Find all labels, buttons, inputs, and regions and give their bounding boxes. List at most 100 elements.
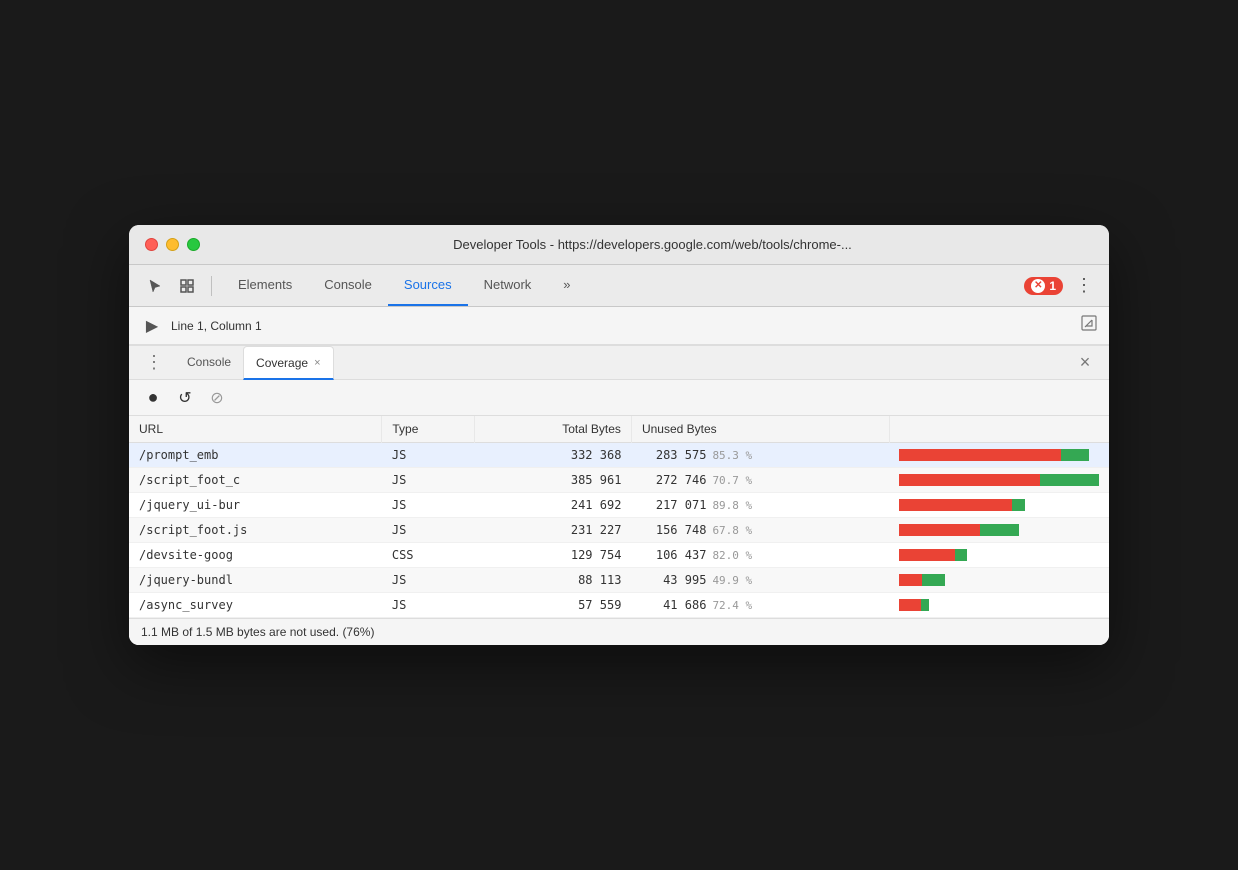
coverage-toolbar: ● ↺ ⊘: [129, 380, 1109, 416]
error-icon: ✕: [1031, 279, 1045, 293]
error-count: 1: [1049, 279, 1056, 293]
table-row[interactable]: /script_foot.jsJS231 227156 74867.8 %: [129, 518, 1109, 543]
devtools-window: Developer Tools - https://developers.goo…: [129, 225, 1109, 645]
panel-tabs: ⋮ Console Coverage × ×: [129, 346, 1109, 380]
bar-unused: [899, 499, 1012, 511]
cell-url: /async_survey: [129, 593, 382, 618]
play-icon[interactable]: ▶: [141, 315, 163, 337]
cell-type: JS: [382, 568, 475, 593]
cursor-position: Line 1, Column 1: [171, 319, 262, 333]
cell-url: /devsite-goog: [129, 543, 382, 568]
bottom-panel: ⋮ Console Coverage × × ● ↺ ⊘ URL Type: [129, 345, 1109, 645]
footer-bar: 1.1 MB of 1.5 MB bytes are not used. (76…: [129, 618, 1109, 645]
tab-more[interactable]: »: [547, 265, 586, 306]
table-row[interactable]: /async_surveyJS57 55941 68672.4 %: [129, 593, 1109, 618]
close-button[interactable]: [145, 238, 158, 251]
bar-used: [921, 599, 929, 611]
panel-tab-close-icon[interactable]: ×: [314, 357, 320, 369]
table-row[interactable]: /script_foot_cJS385 961272 74670.7 %: [129, 468, 1109, 493]
panel-close-button[interactable]: ×: [1073, 351, 1097, 375]
cell-bar: [889, 568, 1109, 593]
cell-total-bytes: 332 368: [474, 443, 631, 468]
bar-unused: [899, 449, 1061, 461]
col-type: Type: [382, 416, 475, 443]
cell-url: /jquery_ui-bur: [129, 493, 382, 518]
cell-url: /script_foot_c: [129, 468, 382, 493]
traffic-lights: [145, 238, 200, 251]
cell-total-bytes: 88 113: [474, 568, 631, 593]
panel-more-button[interactable]: ⋮: [141, 350, 167, 375]
table-row[interactable]: /prompt_embJS332 368283 57585.3 %: [129, 443, 1109, 468]
cell-bar: [889, 468, 1109, 493]
bar-used: [1012, 499, 1025, 511]
expand-icon[interactable]: [1081, 315, 1097, 336]
bar-unused: [899, 474, 1040, 486]
cell-type: JS: [382, 493, 475, 518]
col-bar: [889, 416, 1109, 443]
coverage-table: URL Type Total Bytes Unused Bytes /promp…: [129, 416, 1109, 618]
main-toolbar: Elements Console Sources Network » ✕ 1 ⋮: [129, 265, 1109, 307]
table-row[interactable]: /jquery-bundlJS88 11343 99549.9 %: [129, 568, 1109, 593]
cell-total-bytes: 385 961: [474, 468, 631, 493]
bar-used: [1061, 449, 1089, 461]
table-row[interactable]: /devsite-googCSS129 754106 43782.0 %: [129, 543, 1109, 568]
col-total: Total Bytes: [474, 416, 631, 443]
footer-text: 1.1 MB of 1.5 MB bytes are not used. (76…: [141, 625, 374, 639]
cell-unused-bytes: 156 74867.8 %: [631, 518, 889, 543]
tab-network[interactable]: Network: [468, 265, 548, 306]
cell-url: /prompt_emb: [129, 443, 382, 468]
cell-bar: [889, 443, 1109, 468]
maximize-button[interactable]: [187, 238, 200, 251]
table-body: /prompt_embJS332 368283 57585.3 % /scrip…: [129, 443, 1109, 618]
toolbar-divider: [211, 276, 212, 296]
table-header: URL Type Total Bytes Unused Bytes: [129, 416, 1109, 443]
cell-unused-bytes: 283 57585.3 %: [631, 443, 889, 468]
panel-tab-coverage[interactable]: Coverage ×: [243, 346, 333, 380]
bar-unused: [899, 524, 980, 536]
panel-tab-console[interactable]: Console: [175, 346, 243, 380]
bar-used: [922, 574, 945, 586]
bar-unused: [899, 549, 955, 561]
bar-used: [955, 549, 967, 561]
tab-console[interactable]: Console: [308, 265, 388, 306]
cell-bar: [889, 493, 1109, 518]
inspect-icon[interactable]: [173, 272, 201, 300]
cell-type: JS: [382, 443, 475, 468]
cell-type: CSS: [382, 543, 475, 568]
bar-used: [980, 524, 1019, 536]
tab-nav: Elements Console Sources Network »: [222, 265, 1020, 306]
bar-used: [1040, 474, 1099, 486]
cell-unused-bytes: 41 68672.4 %: [631, 593, 889, 618]
clear-button[interactable]: ⊘: [205, 386, 229, 410]
tab-elements[interactable]: Elements: [222, 265, 308, 306]
cell-unused-bytes: 106 43782.0 %: [631, 543, 889, 568]
cell-unused-bytes: 217 07189.8 %: [631, 493, 889, 518]
cell-total-bytes: 231 227: [474, 518, 631, 543]
bar-unused: [899, 574, 922, 586]
cell-url: /jquery-bundl: [129, 568, 382, 593]
cell-type: JS: [382, 468, 475, 493]
error-badge[interactable]: ✕ 1: [1024, 277, 1063, 295]
cell-url: /script_foot.js: [129, 518, 382, 543]
more-menu-button[interactable]: ⋮: [1071, 271, 1097, 300]
cell-type: JS: [382, 593, 475, 618]
toolbar-right: ✕ 1 ⋮: [1024, 271, 1097, 300]
bar-unused: [899, 599, 921, 611]
col-url: URL: [129, 416, 382, 443]
col-unused: Unused Bytes: [631, 416, 889, 443]
record-button[interactable]: ●: [141, 386, 165, 410]
reload-button[interactable]: ↺: [173, 386, 197, 410]
window-title: Developer Tools - https://developers.goo…: [212, 237, 1093, 252]
secondary-bar: ▶ Line 1, Column 1: [129, 307, 1109, 345]
tab-sources[interactable]: Sources: [388, 265, 468, 306]
cell-total-bytes: 57 559: [474, 593, 631, 618]
cell-bar: [889, 543, 1109, 568]
cell-total-bytes: 129 754: [474, 543, 631, 568]
table-row[interactable]: /jquery_ui-burJS241 692217 07189.8 %: [129, 493, 1109, 518]
minimize-button[interactable]: [166, 238, 179, 251]
cell-bar: [889, 518, 1109, 543]
coverage-table-container: URL Type Total Bytes Unused Bytes /promp…: [129, 416, 1109, 618]
title-bar: Developer Tools - https://developers.goo…: [129, 225, 1109, 265]
cell-bar: [889, 593, 1109, 618]
cursor-icon[interactable]: [141, 272, 169, 300]
